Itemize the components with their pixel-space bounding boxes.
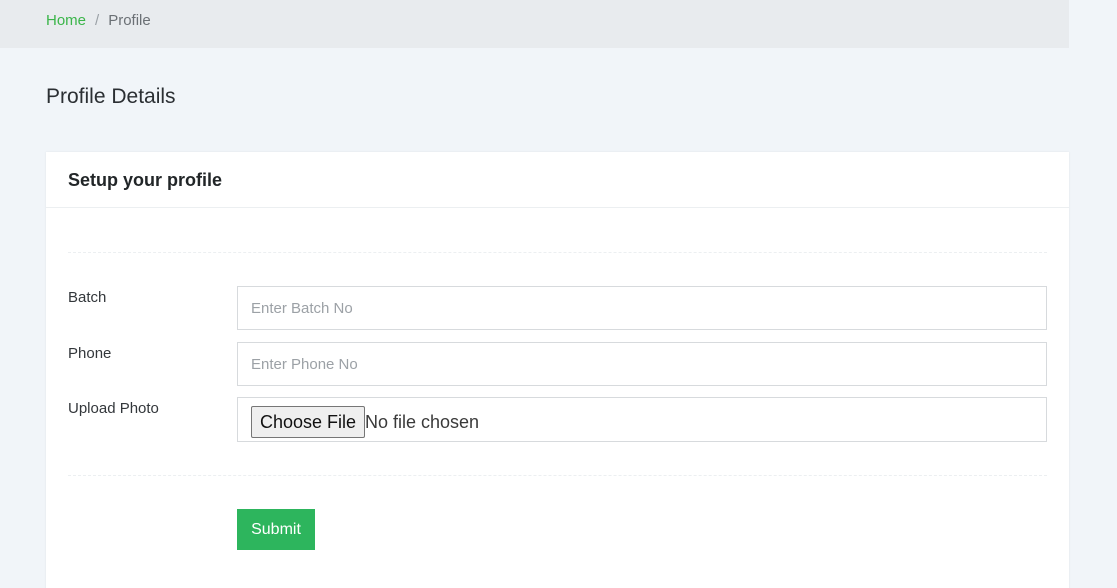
submit-button[interactable]: Submit: [237, 509, 315, 550]
choose-file-button[interactable]: Choose File: [251, 406, 366, 438]
profile-card: Setup your profile Batch Phone Upload Ph…: [46, 152, 1069, 588]
form-divider-top: [68, 252, 1047, 253]
card-title: Setup your profile: [68, 170, 223, 190]
breadcrumb: Home / Profile: [46, 12, 151, 30]
phone-label: Phone: [68, 345, 112, 362]
photo-file-input: Choose File No file chosen: [237, 397, 1047, 442]
form-divider-bottom: [68, 475, 1047, 476]
breadcrumb-bar: Home / Profile: [0, 0, 1069, 48]
page-title: Profile Details: [46, 85, 176, 108]
breadcrumb-current: Profile: [108, 12, 151, 29]
phone-input[interactable]: [237, 342, 1047, 386]
page: Home / Profile Profile Details Setup your …: [0, 0, 1117, 588]
breadcrumb-home-link[interactable]: Home: [46, 12, 86, 29]
batch-input[interactable]: [237, 286, 1047, 330]
breadcrumb-separator: /: [95, 12, 100, 29]
card-header: Setup your profile: [46, 152, 1069, 208]
batch-label: Batch: [68, 289, 107, 306]
file-status-text: No file chosen: [365, 412, 480, 432]
upload-photo-label: Upload Photo: [68, 400, 159, 417]
